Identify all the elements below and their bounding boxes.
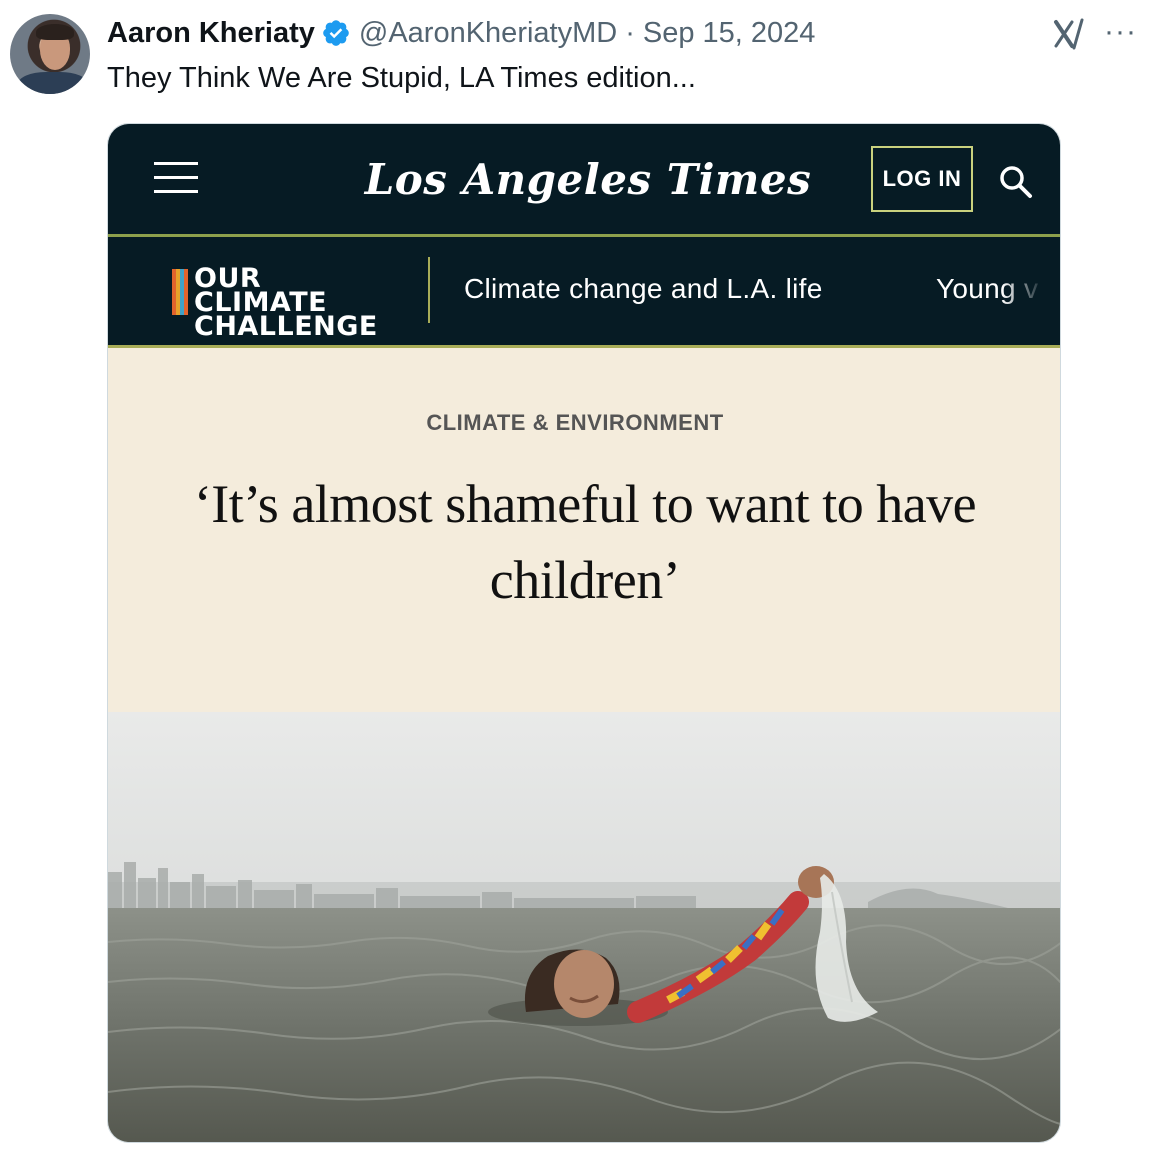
- subnav-fade: [1002, 237, 1060, 345]
- lat-topbar: Los Angeles Times LOG IN: [108, 124, 1060, 234]
- article-header: CLIMATE & ENVIRONMENT ‘It’s almost shame…: [108, 348, 1060, 712]
- article-headline[interactable]: ‘It’s almost shameful to want to have ch…: [138, 466, 1032, 618]
- avatar[interactable]: [10, 14, 90, 94]
- section-label[interactable]: CLIMATE & ENVIRONMENT: [108, 410, 1042, 436]
- climate-logo-text: OUR CLIMATE CHALLENGE: [194, 263, 402, 342]
- subnav-link-climate-la-life[interactable]: Climate change and L.A. life: [464, 273, 823, 305]
- subnav-separator: [428, 257, 430, 323]
- search-icon[interactable]: [998, 164, 1034, 200]
- tweet-text: They Think We Are Stupid, LA Times editi…: [107, 62, 696, 94]
- climate-line-1: OUR CLIMATE: [194, 263, 328, 318]
- lat-subnav: OUR CLIMATE CHALLENGE Climate change and…: [108, 237, 1060, 345]
- meta-separator: ·: [625, 17, 635, 49]
- avatar-shirt: [18, 72, 88, 94]
- climate-line-2: CHALLENGE: [194, 311, 378, 342]
- lat-masthead[interactable]: Los Angeles Times: [328, 152, 848, 208]
- author-name[interactable]: Aaron Kheriaty: [107, 14, 315, 52]
- climate-stripes-icon: [172, 269, 188, 315]
- our-climate-challenge-logo[interactable]: OUR CLIMATE CHALLENGE: [172, 265, 402, 340]
- tweet-date[interactable]: Sep 15, 2024: [643, 14, 816, 52]
- login-button[interactable]: LOG IN: [871, 146, 973, 212]
- tweet-header: Aaron Kheriaty @AaronKheriatyMD · Sep 15…: [107, 14, 815, 52]
- x-logo-icon[interactable]: [1052, 18, 1088, 50]
- avatar-hair: [36, 24, 74, 40]
- more-icon[interactable]: ···: [1104, 17, 1140, 50]
- hamburger-icon[interactable]: [154, 162, 198, 196]
- author-handle[interactable]: @AaronKheriatyMD: [359, 14, 617, 52]
- tweet-media[interactable]: Los Angeles Times LOG IN OUR CLIMATE CHA…: [107, 123, 1061, 1143]
- article-photo: [108, 712, 1060, 1142]
- verified-badge-icon[interactable]: [321, 18, 351, 48]
